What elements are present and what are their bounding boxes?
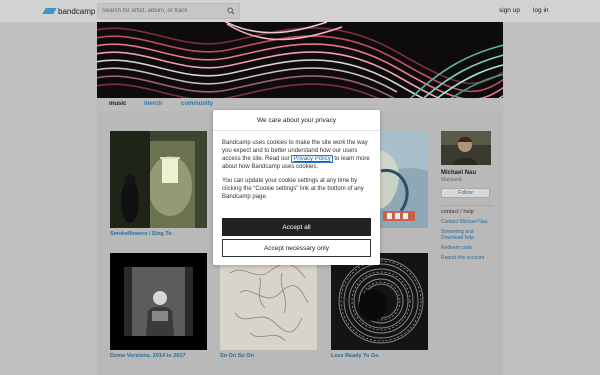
album-title[interactable]: So On So On (220, 353, 317, 359)
album-title[interactable]: Smokeflowers / Sing To (110, 231, 207, 237)
divider (441, 205, 493, 206)
contact-artist-link[interactable]: Contact Michael Nau (441, 219, 493, 225)
album-title[interactable]: Less Ready To Go (331, 353, 428, 359)
album-card[interactable]: So On So On (220, 253, 317, 359)
bandcamp-logo[interactable]: bandcamp (42, 6, 96, 16)
album-cover[interactable] (110, 131, 207, 228)
log-in-link[interactable]: log in (533, 7, 549, 14)
album-cover[interactable] (331, 253, 428, 350)
logo-text: bandcamp (58, 6, 96, 16)
artist-avatar (441, 131, 491, 165)
redeem-code-link[interactable]: Redeem code (441, 245, 493, 251)
follow-button[interactable]: Follow (441, 188, 490, 198)
dialog-title: We care about your privacy (213, 110, 380, 131)
banner-art (97, 22, 503, 98)
artist-sidebar: Michael Nau Maryland Follow contact / he… (441, 131, 493, 261)
tab-music[interactable]: music (109, 101, 126, 107)
dialog-body: Bandcamp uses cookies to make the site w… (213, 131, 380, 201)
album-title[interactable]: Demo Versions, 2014 to 2017 (110, 353, 207, 359)
search-icon[interactable] (227, 7, 235, 15)
artist-name: Michael Nau (441, 170, 477, 176)
album-card[interactable]: Demo Versions, 2014 to 2017 (110, 253, 207, 359)
sign-up-link[interactable]: sign up (499, 7, 520, 14)
privacy-policy-link[interactable]: Privacy Policy (291, 155, 333, 163)
accept-all-button[interactable]: Accept all (222, 218, 371, 236)
album-cover[interactable] (110, 253, 207, 350)
album-card[interactable]: Smokeflowers / Sing To (110, 131, 207, 237)
artist-banner (97, 22, 503, 98)
tab-merch[interactable]: merch (144, 101, 162, 107)
cookie-paragraph-1: Bandcamp uses cookies to make the site w… (222, 139, 371, 171)
bandcamp-logo-icon (42, 8, 57, 14)
search-box[interactable] (97, 3, 240, 19)
album-cover[interactable] (220, 253, 317, 350)
accept-necessary-button[interactable]: Accept necessary only (222, 239, 371, 257)
cookie-consent-dialog: We care about your privacy Bandcamp uses… (213, 110, 380, 265)
tab-community[interactable]: community (181, 101, 213, 107)
contact-heading: contact / help (441, 209, 474, 215)
streaming-help-link[interactable]: Streaming and Download help (441, 229, 493, 241)
album-card[interactable]: Less Ready To Go (331, 253, 428, 359)
report-account-link[interactable]: Report this account (441, 255, 493, 261)
top-bar: bandcamp sign up log in (0, 0, 600, 22)
artist-location: Maryland (441, 177, 462, 183)
search-input[interactable] (98, 4, 223, 18)
cookie-paragraph-2: You can update your cookie settings at a… (222, 178, 364, 200)
